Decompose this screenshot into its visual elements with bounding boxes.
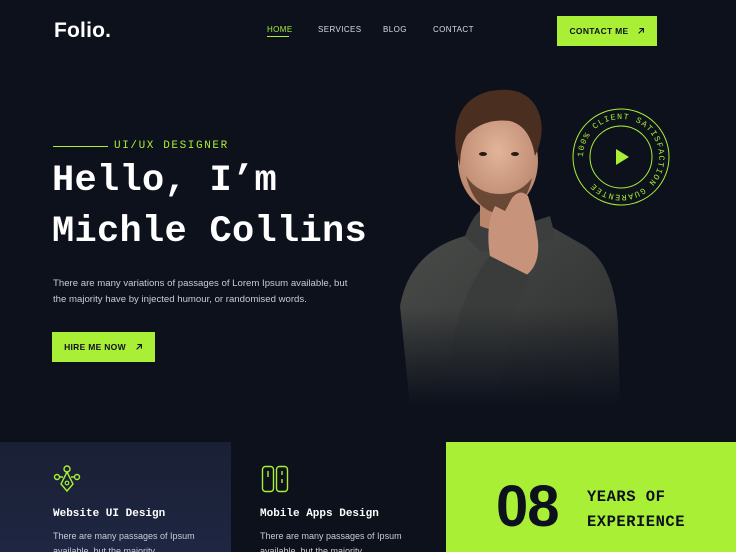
experience-number: 08: [496, 474, 560, 539]
nav-blog[interactable]: BLOG: [383, 25, 407, 34]
nav-active-indicator: [267, 36, 289, 37]
experience-line2: EXPERIENCE: [587, 513, 686, 531]
service-title-mobile: Mobile Apps Design: [260, 508, 379, 520]
hero-description: There are many variations of passages of…: [53, 278, 348, 305]
service-title-website: Website UI Design: [53, 508, 166, 520]
hero-title-line2: Michle Collins: [52, 211, 368, 253]
hero-title-line1: Hello, I’m: [52, 160, 278, 202]
hire-me-button[interactable]: HIRE ME NOW: [52, 332, 155, 362]
experience-line1: YEARS OF: [587, 488, 666, 506]
hire-me-label: HIRE ME NOW: [64, 342, 126, 352]
role-divider: [53, 146, 108, 147]
arrow-up-right-icon: [136, 344, 142, 350]
play-icon[interactable]: [616, 149, 629, 165]
contact-me-label: CONTACT ME: [569, 26, 629, 36]
logo[interactable]: Folio.: [54, 19, 111, 43]
design-tool-icon: [53, 465, 81, 493]
nav-home[interactable]: HOME: [267, 25, 293, 34]
nav-services[interactable]: SERVICES: [318, 25, 362, 34]
mobile-apps-icon: [261, 465, 289, 493]
contact-me-button[interactable]: CONTACT ME: [557, 16, 657, 46]
arrow-up-right-icon: [637, 28, 644, 34]
satisfaction-badge[interactable]: 100% CLIENT SATISFACTION GUARENTEE: [570, 106, 672, 208]
nav-contact[interactable]: CONTACT: [433, 25, 474, 34]
service-text-website: There are many passages of Ipsum availab…: [53, 531, 195, 552]
role-label: UI/UX DESIGNER: [114, 140, 229, 152]
service-text-mobile: There are many passages of Ipsum availab…: [260, 531, 402, 552]
